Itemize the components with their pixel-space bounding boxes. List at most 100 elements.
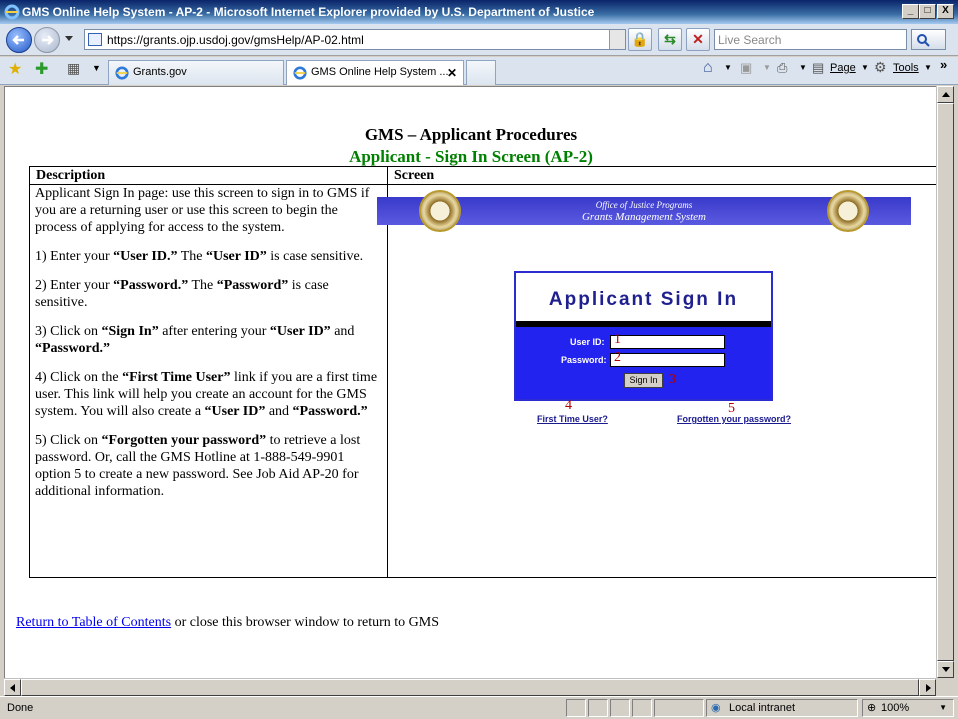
sign-in-panel-title: Applicant Sign In — [548, 289, 739, 310]
tools-menu[interactable]: Tools — [893, 62, 919, 74]
home-icon[interactable]: ⌂ — [703, 59, 713, 77]
left-arrow-icon — [10, 684, 15, 692]
status-pane — [588, 699, 608, 717]
footer-text: or close this browser window to return t… — [171, 615, 439, 630]
step-1-paragraph: 1) Enter your “User ID.” The “User ID” i… — [35, 249, 364, 264]
page-menu[interactable]: Page — [830, 62, 856, 74]
vertical-scrollbar[interactable] — [936, 86, 954, 678]
stop-button[interactable]: ✕ — [686, 28, 710, 51]
status-bar: Done ◉ Local intranet ⊕ 100% ▼ — [0, 696, 958, 719]
search-input[interactable]: Live Search — [714, 29, 907, 50]
close-tab-icon[interactable]: ✕ — [447, 66, 457, 80]
tab-list-dropdown-icon[interactable]: ▼ — [92, 63, 101, 73]
scroll-up-button[interactable] — [937, 86, 954, 103]
recent-pages-dropdown[interactable] — [65, 36, 73, 41]
scroll-right-button[interactable] — [919, 679, 936, 696]
user-id-label: User ID: — [570, 337, 605, 347]
right-arrow-icon — [926, 684, 931, 692]
back-button[interactable] — [6, 27, 32, 53]
first-time-user-link-image: First Time User? — [537, 414, 608, 424]
page-viewport: GMS – Applicant Procedures Applicant - S… — [4, 86, 936, 678]
status-pane — [566, 699, 586, 717]
tab-label: Grants.gov — [133, 66, 187, 78]
intro-paragraph: Applicant Sign In page: use this screen … — [35, 186, 370, 235]
user-id-field-image — [610, 335, 725, 349]
search-icon — [917, 34, 930, 47]
table-column-divider — [387, 167, 388, 577]
zoom-value: 100% — [881, 702, 910, 714]
favorites-star-icon[interactable]: ★ — [8, 59, 22, 79]
address-url: https://grants.ojp.usdoj.gov/gmsHelp/AP-… — [107, 33, 364, 47]
feeds-dropdown-icon[interactable]: ▼ — [763, 63, 771, 72]
tab-bar: ★ ✚ ▦ ▼ Grants.gov GMS Online Help Syste… — [0, 57, 958, 85]
step-4-paragraph: 4) Click on the “First Time User” link i… — [35, 370, 378, 419]
security-zone-label: Local intranet — [729, 702, 796, 714]
close-window-button[interactable]: X — [937, 4, 954, 19]
return-to-toc-link[interactable]: Return to Table of Contents — [16, 615, 171, 630]
page-title: GMS – Applicant Procedures — [364, 125, 578, 144]
step-5-paragraph: 5) Click on “Forgotten your password” to… — [35, 433, 361, 499]
search-button[interactable] — [911, 29, 946, 50]
page-dropdown-icon[interactable]: ▼ — [861, 63, 869, 72]
scroll-left-button[interactable] — [4, 679, 21, 696]
footer-line: Return to Table of Contents or close thi… — [16, 615, 439, 631]
page-menu-icon: ▤ — [812, 60, 825, 75]
sign-in-panel-image: Applicant Sign In User ID: Password: Sig… — [514, 271, 773, 401]
internet-explorer-icon — [293, 66, 307, 80]
banner-system-name: Grants Management System — [581, 211, 707, 223]
page-icon — [88, 33, 102, 46]
tab-gms-help[interactable]: GMS Online Help System ... ✕ — [286, 60, 464, 85]
password-field-image — [610, 353, 725, 367]
status-text: Done — [7, 702, 34, 714]
sign-in-form-area: User ID: Password: Sign In 1 2 3 — [516, 327, 771, 399]
address-dropdown-button[interactable] — [609, 30, 625, 49]
zoom-dropdown-icon[interactable]: ▼ — [939, 703, 947, 712]
description-cell: Applicant Sign In page: use this screen … — [35, 185, 383, 512]
horizontal-scrollbar[interactable] — [4, 678, 936, 696]
zoom-level[interactable]: ⊕ 100% ▼ — [862, 699, 954, 717]
vertical-scroll-thumb[interactable] — [937, 103, 954, 661]
horizontal-scroll-thumb[interactable] — [21, 679, 919, 696]
refresh-button[interactable]: ⇆ — [658, 28, 682, 51]
tab-grants-gov[interactable]: Grants.gov — [108, 60, 284, 85]
maximize-button[interactable]: □ — [919, 4, 936, 19]
internet-explorer-icon — [4, 4, 20, 20]
forgot-password-link-image: Forgotten your password? — [677, 414, 792, 424]
forward-arrow-icon — [42, 35, 54, 45]
status-pane — [632, 699, 652, 717]
banner-org-name: Office of Justice Programs — [595, 200, 693, 210]
status-pane — [610, 699, 630, 717]
step-2-paragraph: 2) Enter your “Password.” The “Password”… — [35, 278, 329, 310]
callout-3: 3 — [669, 372, 676, 387]
gms-banner-image: Office of Justice Programs Grants Manage… — [377, 190, 911, 232]
forward-button[interactable] — [34, 27, 60, 53]
callout-4: 4 — [565, 398, 572, 413]
address-field[interactable]: https://grants.ojp.usdoj.gov/gmsHelp/AP-… — [84, 29, 626, 50]
minimize-button[interactable]: _ — [902, 4, 919, 19]
feeds-icon[interactable]: ▣ — [740, 60, 752, 76]
home-dropdown-icon[interactable]: ▼ — [724, 63, 732, 72]
sign-in-button-image: Sign In — [624, 373, 663, 388]
scroll-down-button[interactable] — [937, 661, 954, 678]
print-dropdown-icon[interactable]: ▼ — [799, 63, 807, 72]
quick-tabs-icon[interactable]: ▦ — [67, 60, 80, 77]
internet-explorer-icon — [115, 66, 129, 80]
password-label: Password: — [561, 355, 607, 365]
tab-label: GMS Online Help System ... — [311, 66, 449, 78]
step-3-paragraph: 3) Click on “Sign In” after entering you… — [35, 324, 355, 356]
security-zone[interactable]: ◉ Local intranet — [706, 699, 858, 717]
add-favorites-icon[interactable]: ✚ — [35, 59, 48, 79]
procedure-table: Description Screen Applicant Sign In pag… — [29, 166, 936, 578]
new-tab-button[interactable] — [466, 60, 496, 85]
window-titlebar: GMS Online Help System - AP-2 - Microsof… — [0, 0, 958, 24]
page-subtitle: Applicant - Sign In Screen (AP-2) — [349, 147, 593, 166]
lock-icon[interactable]: 🔒 — [628, 28, 652, 51]
print-icon[interactable]: ⎙ — [777, 60, 787, 76]
intranet-globe-icon: ◉ — [711, 702, 721, 714]
tools-dropdown-icon[interactable]: ▼ — [924, 63, 932, 72]
back-arrow-icon — [12, 35, 24, 45]
more-commands-button[interactable]: » — [940, 57, 947, 72]
zoom-icon: ⊕ — [867, 702, 877, 714]
window-title: GMS Online Help System - AP-2 - Microsof… — [22, 5, 595, 19]
up-arrow-icon — [942, 92, 950, 97]
